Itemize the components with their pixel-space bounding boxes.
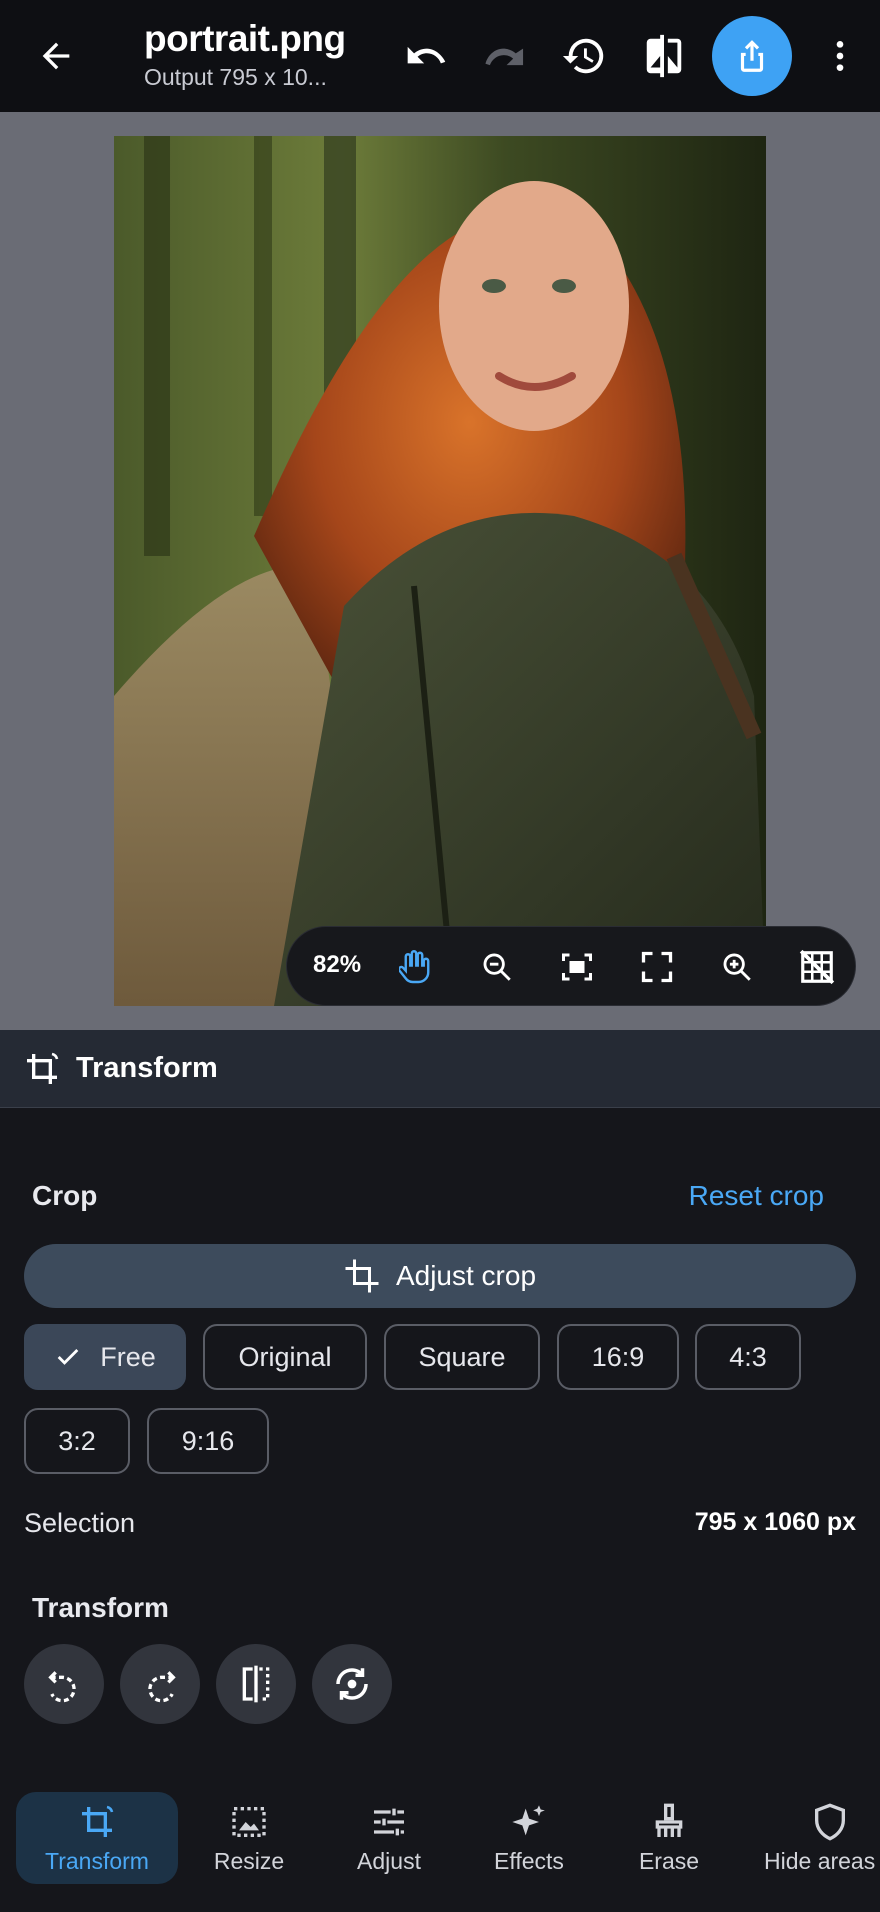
output-size-subtitle: Output 795 x 10... <box>144 64 327 90</box>
zoom-out-icon <box>483 953 511 981</box>
share-button[interactable] <box>712 16 792 96</box>
panel-title: Transform <box>76 1052 218 1084</box>
nav-label: Erase <box>638 1847 700 1874</box>
fullscreen-button[interactable] <box>633 943 681 991</box>
fullscreen-icon <box>641 951 673 983</box>
hand-icon <box>399 950 430 984</box>
grid-toggle-button[interactable] <box>793 943 841 991</box>
reset-crop-button[interactable]: Reset crop <box>689 1180 824 1212</box>
redo-button[interactable] <box>474 26 534 86</box>
ratio-chip-original[interactable]: Original <box>203 1324 367 1390</box>
undo-button[interactable] <box>396 26 456 86</box>
sparkle-icon <box>512 1804 545 1835</box>
nav-label: Adjust <box>357 1847 421 1874</box>
grid-off-icon <box>799 949 835 985</box>
transform-icon <box>82 1805 114 1837</box>
ratio-chip-3-2[interactable]: 3:2 <box>24 1408 130 1474</box>
nav-item-transform[interactable]: Transform <box>16 1792 178 1884</box>
nav-label: Effects <box>494 1847 564 1874</box>
ratio-chip-4-3[interactable]: 4:3 <box>695 1324 801 1390</box>
history-icon <box>562 38 604 74</box>
arrow-left-icon <box>42 42 70 70</box>
ratio-chip-free[interactable]: Free <box>24 1324 186 1390</box>
shield-icon <box>815 1803 845 1840</box>
zoom-in-icon <box>723 953 751 981</box>
portrait-illustration <box>114 136 766 1006</box>
more-options-button[interactable] <box>818 26 862 86</box>
panel-header: Transform <box>0 1030 880 1108</box>
redo-icon <box>485 48 524 66</box>
back-button[interactable] <box>26 26 86 86</box>
transform-panel-icon <box>22 1049 62 1089</box>
brush-icon <box>655 1803 683 1837</box>
ratio-chip-square[interactable]: Square <box>384 1324 540 1390</box>
fit-screen-button[interactable] <box>553 943 601 991</box>
reset-rotation-button[interactable] <box>312 1644 392 1724</box>
ratio-chip-16-9[interactable]: 16:9 <box>557 1324 679 1390</box>
nav-item-hide-areas[interactable]: Hide areas <box>754 1792 880 1884</box>
crop-icon <box>345 1259 379 1293</box>
adjust-crop-button[interactable]: Adjust crop <box>24 1244 856 1308</box>
more-vertical-icon <box>836 41 844 71</box>
undo-icon <box>407 46 446 64</box>
adjust-icon <box>374 1808 404 1835</box>
transform-section-label: Transform <box>32 1592 169 1623</box>
nav-item-erase[interactable]: Erase <box>614 1792 724 1884</box>
zoom-toolbar: 82% <box>286 926 856 1006</box>
reset-rotation-icon <box>336 1668 368 1700</box>
zoom-out-button[interactable] <box>473 943 521 991</box>
adjust-crop-label: Adjust crop <box>395 1260 537 1291</box>
rotate-right-button[interactable] <box>120 1644 200 1724</box>
rotate-left-icon <box>48 1671 76 1703</box>
image-canvas[interactable]: 82% <box>0 112 880 1030</box>
ratio-chip-label: Free <box>100 1341 156 1372</box>
check-icon <box>57 1349 79 1365</box>
flip-horizontal-button[interactable] <box>216 1644 296 1724</box>
nav-label: Transform <box>45 1847 149 1874</box>
file-title: portrait.png <box>144 18 346 59</box>
resize-icon <box>232 1806 266 1837</box>
zoom-level: 82% <box>313 951 362 978</box>
selection-value: 795 x 1060 px <box>694 1508 856 1536</box>
nav-item-adjust[interactable]: Adjust <box>334 1792 444 1884</box>
bottom-navigation: Transform Resize Adjust Effects Erase Hi… <box>0 1782 880 1912</box>
rotate-right-icon <box>148 1671 176 1703</box>
nav-label: Resize <box>213 1847 285 1874</box>
crop-section-label: Crop <box>32 1180 98 1211</box>
nav-label: Hide areas <box>764 1847 876 1874</box>
top-app-bar: portrait.png Output 795 x 10... <box>0 0 880 112</box>
fit-screen-icon <box>562 953 592 981</box>
nav-item-effects[interactable]: Effects <box>472 1792 586 1884</box>
transform-icon <box>27 1052 59 1084</box>
nav-item-resize[interactable]: Resize <box>194 1792 304 1884</box>
selection-label: Selection <box>24 1508 136 1538</box>
portrait-image[interactable] <box>114 136 766 1006</box>
history-button[interactable] <box>554 26 614 86</box>
compare-button[interactable] <box>634 26 694 86</box>
share-icon <box>740 40 764 72</box>
compare-icon <box>646 34 682 78</box>
flip-horizontal-icon <box>242 1665 270 1703</box>
ratio-chip-9-16[interactable]: 9:16 <box>147 1408 269 1474</box>
rotate-left-button[interactable] <box>24 1644 104 1724</box>
zoom-in-button[interactable] <box>713 943 761 991</box>
title-block: portrait.png Output 795 x 10... <box>144 18 354 91</box>
pan-tool-button[interactable] <box>393 943 441 991</box>
